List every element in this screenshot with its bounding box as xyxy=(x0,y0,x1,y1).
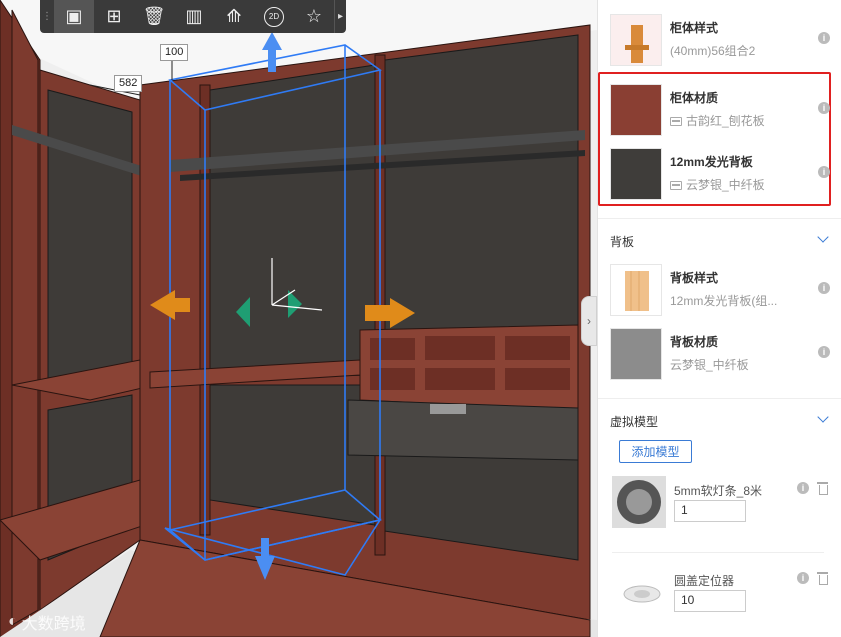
info-icon[interactable]: i xyxy=(818,32,830,44)
body-material-subtitle: 古韵红_刨花板 xyxy=(670,112,795,129)
back-panel-subtitle: 云梦银_中纤板 xyxy=(670,176,795,193)
2d-icon[interactable]: 2D xyxy=(254,0,294,33)
back-material-row[interactable]: 背板材质 云梦银_中纤板 i xyxy=(610,328,836,384)
body-material-subtitle-text: 古韵红_刨花板 xyxy=(686,114,765,128)
add-copy-icon[interactable]: ⊞ xyxy=(94,0,134,33)
info-icon[interactable]: i xyxy=(797,482,809,494)
expand-toolbar-icon[interactable]: ▸ xyxy=(334,0,346,33)
add-model-button[interactable]: 添加模型 xyxy=(619,440,692,463)
back-style-title: 背板样式 xyxy=(670,271,719,285)
divider xyxy=(612,552,824,553)
star-icon[interactable]: ☆ xyxy=(294,0,334,33)
2d-icon-label: 2D xyxy=(264,6,284,27)
positioner-thumbnail xyxy=(612,566,666,618)
back-panel-title: 12mm发光背板 xyxy=(670,155,753,169)
3d-viewport[interactable]: 100 582 ⋮ ▣ ⊞ 🗑 ▥ ⟰ 2D ☆ ▸ ◐ 大数跨境 › xyxy=(0,0,597,637)
virtual-section-title: 虚拟模型 xyxy=(610,415,659,429)
model-row: 5mm软灯条_8米 1 i xyxy=(612,476,834,532)
row-actions: i xyxy=(797,482,828,495)
back-panel-swatch xyxy=(610,148,662,200)
trash-icon[interactable] xyxy=(817,572,828,585)
info-icon[interactable]: i xyxy=(818,282,830,294)
body-style-title: 柜体样式 xyxy=(670,21,719,35)
row-actions: i xyxy=(797,572,828,585)
panel-collapse-handle[interactable]: › xyxy=(581,296,597,346)
dimension-height-label[interactable]: 100 xyxy=(160,44,189,61)
divider xyxy=(598,218,841,219)
chevron-down-icon[interactable] xyxy=(817,231,829,243)
back-material-subtitle: 云梦银_中纤板 xyxy=(670,358,749,372)
info-icon[interactable]: i xyxy=(797,572,809,584)
info-icon[interactable]: i xyxy=(818,346,830,358)
back-style-row[interactable]: 背板样式 12mm发光背板(组... i xyxy=(610,264,836,320)
body-material-title: 柜体材质 xyxy=(670,91,719,105)
back-panel-subtitle-text: 云梦银_中纤板 xyxy=(686,178,765,192)
material-icon xyxy=(670,117,682,126)
back-style-subtitle: 12mm发光背板(组... xyxy=(670,294,778,308)
back-panel-material-row[interactable]: 12mm发光背板 云梦银_中纤板 i xyxy=(610,148,836,204)
measure-icon[interactable]: ⟰ xyxy=(214,0,254,33)
wardrobe-3d-scene[interactable] xyxy=(0,0,597,637)
model-name: 5mm软灯条_8米 xyxy=(674,484,763,498)
model-row: 圆盖定位器 10 i xyxy=(612,566,834,622)
select-box-icon[interactable]: ▣ xyxy=(54,0,94,33)
body-style-row[interactable]: 柜体样式 (40mm)56组合2 i xyxy=(610,14,836,70)
chevron-down-icon[interactable] xyxy=(817,411,829,423)
model-name: 圆盖定位器 xyxy=(674,574,735,588)
body-material-swatch xyxy=(610,84,662,136)
divider xyxy=(598,398,841,399)
watermark: ◐ 大数跨境 xyxy=(8,610,86,634)
body-material-row[interactable]: 柜体材质 古韵红_刨花板 i xyxy=(610,84,836,140)
body-style-subtitle: (40mm)56组合2 xyxy=(670,44,756,58)
info-icon[interactable]: i xyxy=(818,166,830,178)
quantity-input[interactable]: 10 xyxy=(674,590,746,612)
back-style-thumbnail xyxy=(610,264,662,316)
quantity-input[interactable]: 1 xyxy=(674,500,746,522)
trash-icon[interactable] xyxy=(817,482,828,495)
grid-layout-icon[interactable]: ▥ xyxy=(174,0,214,33)
dimension-depth-label[interactable]: 582 xyxy=(114,75,143,92)
watermark-logo-icon: ◐ xyxy=(8,613,18,630)
toolbar-grip-icon[interactable]: ⋮ xyxy=(40,0,54,33)
led-strip-thumbnail xyxy=(612,476,666,528)
material-icon xyxy=(670,181,682,190)
back-material-swatch xyxy=(610,328,662,380)
watermark-text: 大数跨境 xyxy=(21,616,86,633)
properties-panel: 柜体样式 (40mm)56组合2 i 柜体材质 古韵红_刨花板 i 12mm发光… xyxy=(597,0,841,637)
info-icon[interactable]: i xyxy=(818,102,830,114)
floating-toolbar: ⋮ ▣ ⊞ 🗑 ▥ ⟰ 2D ☆ ▸ xyxy=(40,0,346,33)
body-style-thumbnail xyxy=(610,14,662,66)
back-material-title: 背板材质 xyxy=(670,335,719,349)
delete-icon[interactable]: 🗑 xyxy=(134,0,174,33)
back-section-title: 背板 xyxy=(610,235,635,249)
